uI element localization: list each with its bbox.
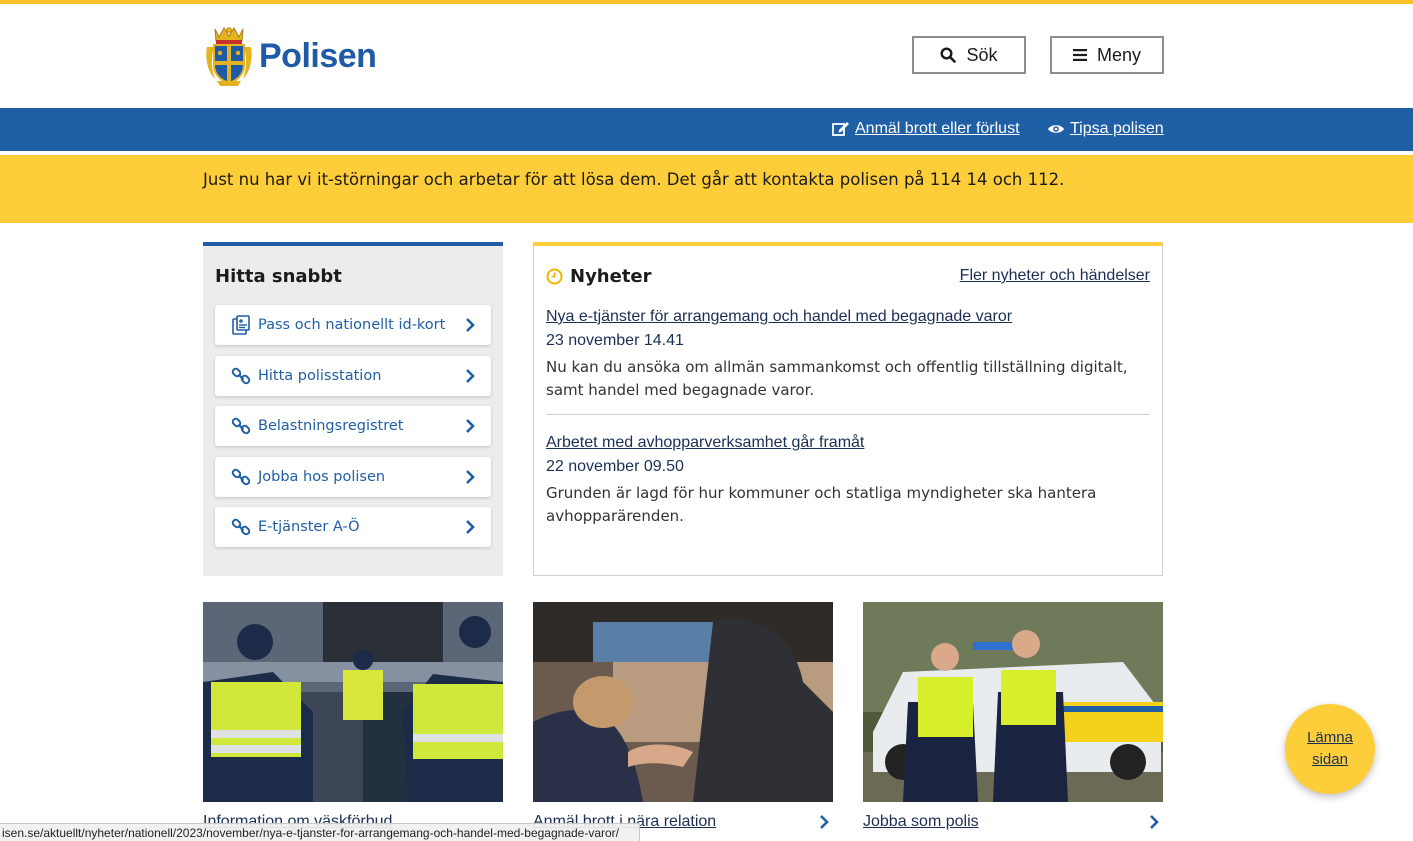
report-crime-link[interactable]: Anmäl brott eller förlust — [832, 120, 1020, 138]
site-header: Polisen Sök Meny — [0, 4, 1413, 108]
comforting-hand-photo — [533, 602, 833, 802]
news-article: Arbetet med avhopparverksamhet går framå… — [546, 434, 1150, 528]
news-article-date: 22 november 09.50 — [546, 458, 684, 475]
hamburger-icon — [1072, 49, 1087, 61]
chevron-right-icon — [465, 369, 479, 383]
quick-links-title: Hitta snabbt — [215, 266, 342, 287]
quick-link-label: Pass och nationellt id-kort — [258, 317, 446, 333]
report-crime-label: Anmäl brott eller förlust — [855, 120, 1020, 137]
chevron-right-icon — [819, 815, 833, 829]
security-guards-photo — [203, 602, 503, 802]
link-icon — [231, 416, 251, 436]
promo-card-domestic-violence[interactable]: Anmäl brott i nära relation — [533, 602, 833, 830]
chevron-right-icon — [465, 520, 479, 534]
tip-police-label: Tipsa polisen — [1070, 120, 1164, 137]
clock-icon — [546, 268, 563, 285]
card-link[interactable]: Jobba som polis — [863, 813, 1163, 831]
link-icon — [231, 467, 251, 487]
news-article-description: Grunden är lagd för hur kommuner och sta… — [546, 484, 1097, 525]
browser-status-url: isen.se/aktuellt/nyheter/nationell/2023/… — [0, 823, 640, 841]
edit-icon — [832, 122, 849, 136]
police-officers-photo — [863, 602, 1163, 802]
quick-link-label: Belastningsregistret — [258, 418, 404, 434]
news-article-date: 23 november 14.41 — [546, 332, 684, 349]
brand-name: Polisen — [259, 36, 377, 75]
it-disruption-alert: Just nu har vi it-störningar och arbetar… — [0, 155, 1413, 223]
leave-site-label-line2: sidan — [1312, 751, 1348, 768]
link-icon — [231, 366, 251, 386]
promo-card-bag-ban[interactable]: Information om väskförbud — [203, 602, 503, 830]
quick-link-label: Hitta polisstation — [258, 368, 382, 384]
news-article-title-link[interactable]: Arbetet med avhopparverksamhet går framå… — [546, 434, 1150, 452]
quick-link-criminal-record[interactable]: Belastningsregistret — [215, 406, 491, 446]
tip-police-link[interactable]: Tipsa polisen — [1047, 120, 1164, 138]
quick-links-panel: Hitta snabbt Pass och nationellt id-kort… — [203, 242, 503, 576]
search-button-label: Sök — [966, 44, 998, 65]
leave-site-button[interactable]: Lämna sidan — [1285, 704, 1375, 794]
leave-site-label-line1: Lämna — [1307, 729, 1353, 746]
id-card-icon — [231, 315, 251, 335]
quick-link-jobs[interactable]: Jobba hos polisen — [215, 457, 491, 497]
menu-button[interactable]: Meny — [1050, 36, 1164, 74]
chevron-right-icon — [465, 419, 479, 433]
chevron-right-icon — [465, 318, 479, 332]
quick-link-label: E-tjänster A-Ö — [258, 519, 360, 535]
chevron-right-icon — [1149, 815, 1163, 829]
news-title: Nyheter — [570, 266, 652, 287]
menu-button-label: Meny — [1096, 44, 1141, 65]
news-panel: Nyheter Fler nyheter och händelser Nya e… — [533, 242, 1163, 576]
quick-link-label: Jobba hos polisen — [258, 469, 386, 485]
police-emblem-icon — [206, 27, 252, 86]
eye-icon — [1048, 125, 1064, 133]
link-icon — [231, 517, 251, 537]
news-heading: Nyheter — [546, 266, 652, 287]
promo-card-police-jobs[interactable]: Jobba som polis — [863, 602, 1163, 830]
news-article-description: Nu kan du ansöka om allmän sammankomst o… — [546, 358, 1128, 399]
card-label: Jobba som polis — [863, 813, 979, 830]
chevron-right-icon — [465, 470, 479, 484]
quick-link-passport[interactable]: Pass och nationellt id-kort — [215, 305, 491, 345]
quick-link-police-station[interactable]: Hitta polisstation — [215, 356, 491, 396]
more-news-link[interactable]: Fler nyheter och händelser — [960, 267, 1150, 285]
quick-link-e-services[interactable]: E-tjänster A-Ö — [215, 507, 491, 547]
search-button[interactable]: Sök — [912, 36, 1026, 74]
news-article-title-link[interactable]: Nya e-tjänster för arrangemang och hande… — [546, 308, 1150, 326]
service-bar: Anmäl brott eller förlust Tipsa polisen — [0, 108, 1413, 151]
alert-text: Just nu har vi it-störningar och arbetar… — [203, 170, 1065, 189]
home-logo-link[interactable]: Polisen — [205, 25, 377, 87]
search-icon — [940, 47, 957, 63]
news-divider — [546, 414, 1150, 415]
news-article: Nya e-tjänster för arrangemang och hande… — [546, 308, 1150, 402]
